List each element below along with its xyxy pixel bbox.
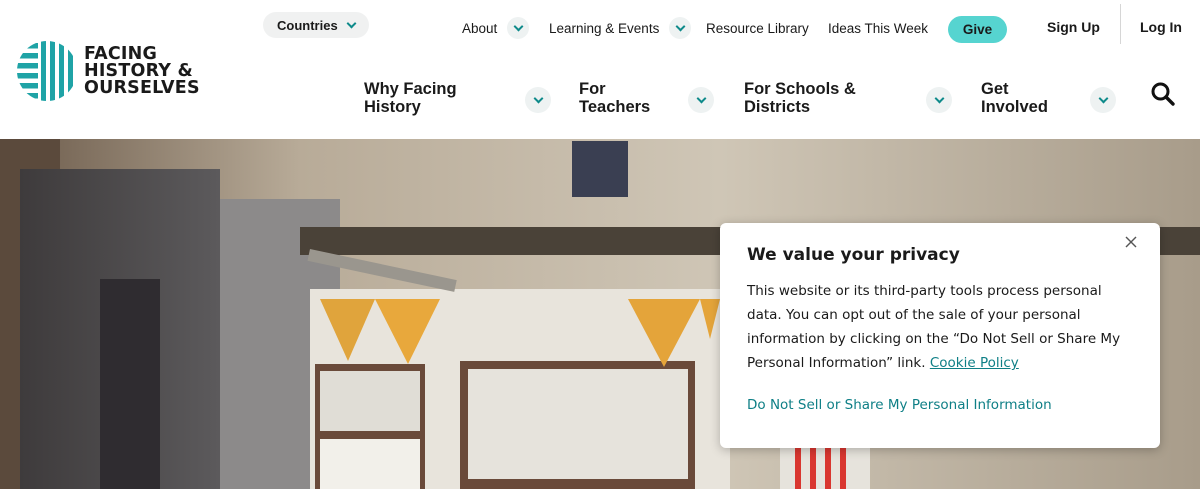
main-nav-label-line: History xyxy=(364,98,421,116)
chevron-down-icon[interactable] xyxy=(1090,87,1116,113)
util-nav-label: Ideas This Week xyxy=(828,20,929,36)
give-button[interactable]: Give xyxy=(948,16,1007,43)
main-nav-for-schools-districts[interactable]: For Schools & Districts xyxy=(744,80,952,116)
chevron-down-icon[interactable] xyxy=(669,17,692,39)
main-nav-label-line: For Schools & xyxy=(744,80,856,98)
logo-line-2: HISTORY & xyxy=(84,60,193,81)
util-nav-learning-events[interactable]: Learning & Events xyxy=(549,14,692,42)
main-nav-label: Get Involved xyxy=(981,80,1048,116)
privacy-body: This website or its third-party tools pr… xyxy=(747,279,1133,375)
main-nav-label: Why Facing History xyxy=(364,80,457,116)
chevron-down-icon[interactable] xyxy=(688,87,714,113)
logo-mark-icon xyxy=(17,41,73,101)
logo-line-3: OURSELVES xyxy=(84,77,200,98)
chevron-down-icon[interactable] xyxy=(926,87,952,113)
main-nav-label-line: For xyxy=(579,80,606,98)
search-icon[interactable] xyxy=(1150,81,1176,107)
sign-up-link[interactable]: Sign Up xyxy=(1047,19,1100,35)
main-nav-label-line: Why Facing xyxy=(364,80,457,98)
do-not-sell-link[interactable]: Do Not Sell or Share My Personal Informa… xyxy=(747,397,1052,413)
util-nav-label: Resource Library xyxy=(706,20,809,36)
util-nav-label: Learning & Events xyxy=(549,20,660,36)
main-nav-label-line: Get xyxy=(981,80,1009,98)
main-nav-why-facing-history[interactable]: Why Facing History xyxy=(364,80,551,116)
util-nav-about[interactable]: About xyxy=(462,14,530,42)
main-nav-get-involved[interactable]: Get Involved xyxy=(981,80,1116,116)
log-in-link[interactable]: Log In xyxy=(1140,19,1182,35)
main-nav-label-line: Teachers xyxy=(579,98,651,116)
privacy-title: We value your privacy xyxy=(747,245,960,265)
main-nav-for-teachers[interactable]: For Teachers xyxy=(579,80,714,116)
util-nav-label: About xyxy=(462,20,498,36)
main-nav-label-line: Districts xyxy=(744,98,811,116)
chevron-down-icon[interactable] xyxy=(525,87,551,113)
util-nav-ideas-this-week[interactable]: Ideas This Week xyxy=(828,14,928,42)
header-divider xyxy=(1120,4,1121,44)
site-logo[interactable]: FACING HISTORY & OURSELVES xyxy=(16,40,226,102)
logo-text: FACING HISTORY & OURSELVES xyxy=(84,43,200,98)
privacy-dialog: We value your privacy This website or it… xyxy=(720,223,1160,448)
close-icon[interactable] xyxy=(1124,235,1138,249)
util-nav-resource-library[interactable]: Resource Library xyxy=(706,14,809,42)
main-nav-label-line: Involved xyxy=(981,98,1048,116)
logo-line-1: FACING xyxy=(84,43,158,64)
main-nav-label: For Teachers xyxy=(579,80,650,116)
chevron-down-icon[interactable] xyxy=(507,17,530,39)
utility-nav: About Learning & Events Resource Library… xyxy=(0,14,1200,42)
site-header: FACING HISTORY & OURSELVES Countries Abo… xyxy=(0,0,1200,139)
main-nav-label: For Schools & Districts xyxy=(744,80,856,116)
cookie-policy-link[interactable]: Cookie Policy xyxy=(930,355,1019,371)
